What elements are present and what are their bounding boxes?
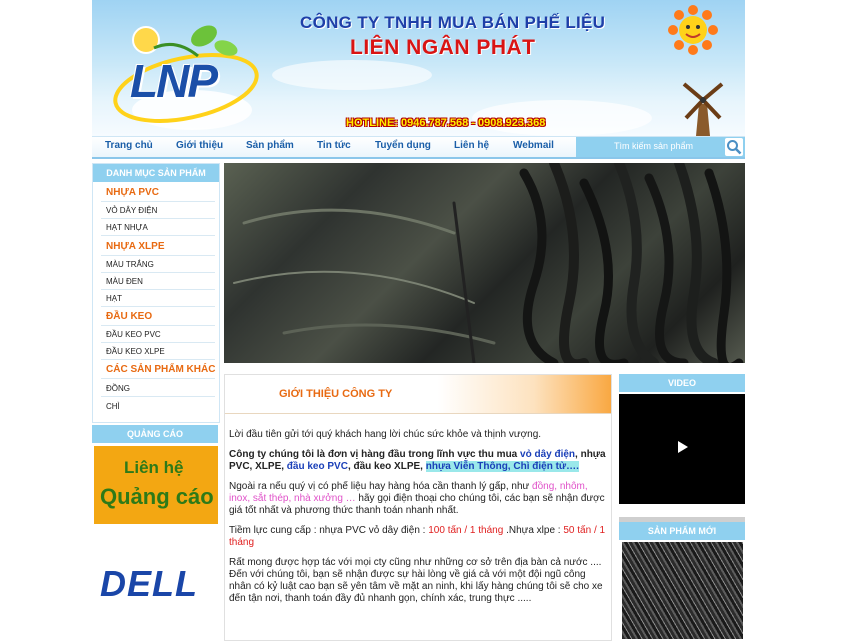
category-item[interactable]: MÀU ĐEN: [106, 277, 143, 286]
category-item[interactable]: ĐẦU KEO PVC: [106, 330, 161, 339]
divider: [101, 342, 215, 343]
play-icon[interactable]: [678, 441, 688, 453]
scrap-plastic-photo: [233, 163, 744, 363]
ads-box: QUẢNG CÁO Liên hệ Quảng cáo DELL: [92, 425, 218, 639]
text-run: .Nhựa xlpe :: [503, 525, 564, 536]
divider: [101, 255, 215, 256]
intro-title: GIỚI THIỆU CÔNG TY: [279, 388, 393, 400]
nav-webmail[interactable]: Webmail: [513, 140, 554, 151]
intro-paragraph: Ngoài ra nếu quý vị có phế liệu hay hàng…: [229, 481, 607, 517]
divider: [101, 289, 215, 290]
ads-title: QUẢNG CÁO: [92, 425, 218, 443]
category-group-xlpe[interactable]: NHỰA XLPE: [106, 241, 165, 252]
category-group-dau-keo[interactable]: ĐẦU KEO: [106, 311, 152, 322]
category-item[interactable]: MÀU TRẮNG: [106, 260, 154, 269]
search-box: [576, 137, 745, 157]
divider: [101, 359, 215, 360]
divider: [101, 378, 215, 379]
category-item[interactable]: CHÌ: [106, 402, 120, 411]
intro-paragraph: Lời đầu tiên gửi tới quý khách hang lời …: [229, 429, 542, 440]
dell-logo[interactable]: DELL: [100, 563, 198, 605]
category-item[interactable]: HẠT: [106, 294, 122, 303]
ad-banner-line2: Quảng cáo: [100, 484, 214, 509]
link-dau-keo-pvc[interactable]: đầu keo PVC: [287, 461, 348, 472]
company-name-line2: LIÊN NGÂN PHÁT: [350, 36, 536, 59]
category-group-other[interactable]: CÁC SẢN PHẨM KHÁC: [106, 364, 215, 375]
category-group-pvc[interactable]: NHỰA PVC: [106, 187, 159, 198]
divider: [101, 272, 215, 273]
new-products-title: SẢN PHẨM MỚI: [619, 522, 745, 540]
text-run: Ngoài ra nếu quý vị có phế liệu hay hàng…: [229, 481, 533, 492]
search-button[interactable]: [725, 138, 743, 156]
category-item[interactable]: ĐỒNG: [106, 384, 130, 393]
intro-paragraph: Công ty chúng tôi là đơn vị hàng đầu tro…: [229, 449, 607, 473]
divider: [101, 201, 215, 202]
search-icon: [727, 140, 742, 155]
intro-paragraph: Tiềm lực cung cấp : nhựa PVC vỏ dây điện…: [229, 525, 607, 549]
category-box: DANH MỤC SẢN PHẨM NHỰA PVC VỎ DÂY ĐIỆN H…: [92, 163, 220, 423]
capacity-pvc: 100 tấn / 1 tháng: [428, 525, 504, 536]
text-run: Công ty chúng tôi là đơn vị hàng đầu tro…: [229, 449, 521, 460]
divider: [101, 235, 215, 236]
intro-header: GIỚI THIỆU CÔNG TY: [225, 375, 611, 414]
video-title: VIDEO: [619, 374, 745, 392]
intro-body: Lời đầu tiên gửi tới quý khách hang lời …: [229, 429, 607, 613]
category-item[interactable]: VỎ DÂY ĐIỆN: [106, 206, 157, 215]
link-vo-day-dien[interactable]: vỏ dây điện: [520, 449, 575, 460]
search-input[interactable]: [614, 139, 722, 153]
video-player[interactable]: [619, 394, 745, 524]
divider: [101, 218, 215, 219]
ad-banner-contact[interactable]: Liên hệ Quảng cáo: [94, 446, 218, 524]
header-banner: LNP CÔNG TY TNHH MUA BÁN PHẾ LIỆU LIÊN N…: [92, 0, 745, 136]
nav-products[interactable]: Sản phẩm: [246, 140, 294, 151]
text-run: Tiềm lực cung cấp : nhựa PVC vỏ dây điện…: [229, 525, 429, 536]
nav-about[interactable]: Giới thiệu: [176, 140, 223, 151]
nav-home[interactable]: Trang chủ: [105, 140, 153, 151]
intro-paragraph: Rất mong được hợp tác với mọi cty cũng n…: [229, 557, 603, 604]
cloud-decoration: [272, 60, 432, 90]
divider: [101, 306, 215, 307]
hotline-text: HOTLINE: 0946.787.568 - 0908.923.368: [346, 117, 546, 129]
windmill-icon: [682, 82, 724, 136]
nav-recruitment[interactable]: Tuyển dụng: [375, 140, 431, 151]
company-name-line1: CÔNG TY TNHH MUA BÁN PHẾ LIỆU: [300, 13, 606, 32]
category-title: DANH MỤC SẢN PHẨM: [93, 164, 219, 182]
main-navigation: Trang chủ Giới thiệu Sản phẩm Tin tức Tu…: [92, 136, 745, 159]
divider: [101, 396, 215, 397]
category-item[interactable]: ĐẦU KEO XLPE: [106, 347, 165, 356]
logo-text: LNP: [130, 55, 218, 107]
page-wrapper: LNP CÔNG TY TNHH MUA BÁN PHẾ LIỆU LIÊN N…: [92, 0, 745, 641]
new-product-image[interactable]: [622, 542, 743, 639]
sun-icon: [668, 5, 718, 55]
nav-contact[interactable]: Liên hệ: [454, 140, 489, 151]
ad-banner-line1: Liên hệ: [124, 458, 184, 477]
divider: [101, 325, 215, 326]
highlight-text: nhựa Viễn Thông, Chì điện tử….: [425, 461, 579, 472]
company-intro-panel: GIỚI THIỆU CÔNG TY Lời đầu tiên gửi tới …: [224, 374, 612, 641]
text-run: , đầu keo XLPE,: [347, 461, 426, 472]
nav-news[interactable]: Tin tức: [317, 140, 351, 151]
category-item[interactable]: HẠT NHỰA: [106, 223, 148, 232]
hero-slideshow-image[interactable]: [224, 163, 745, 363]
